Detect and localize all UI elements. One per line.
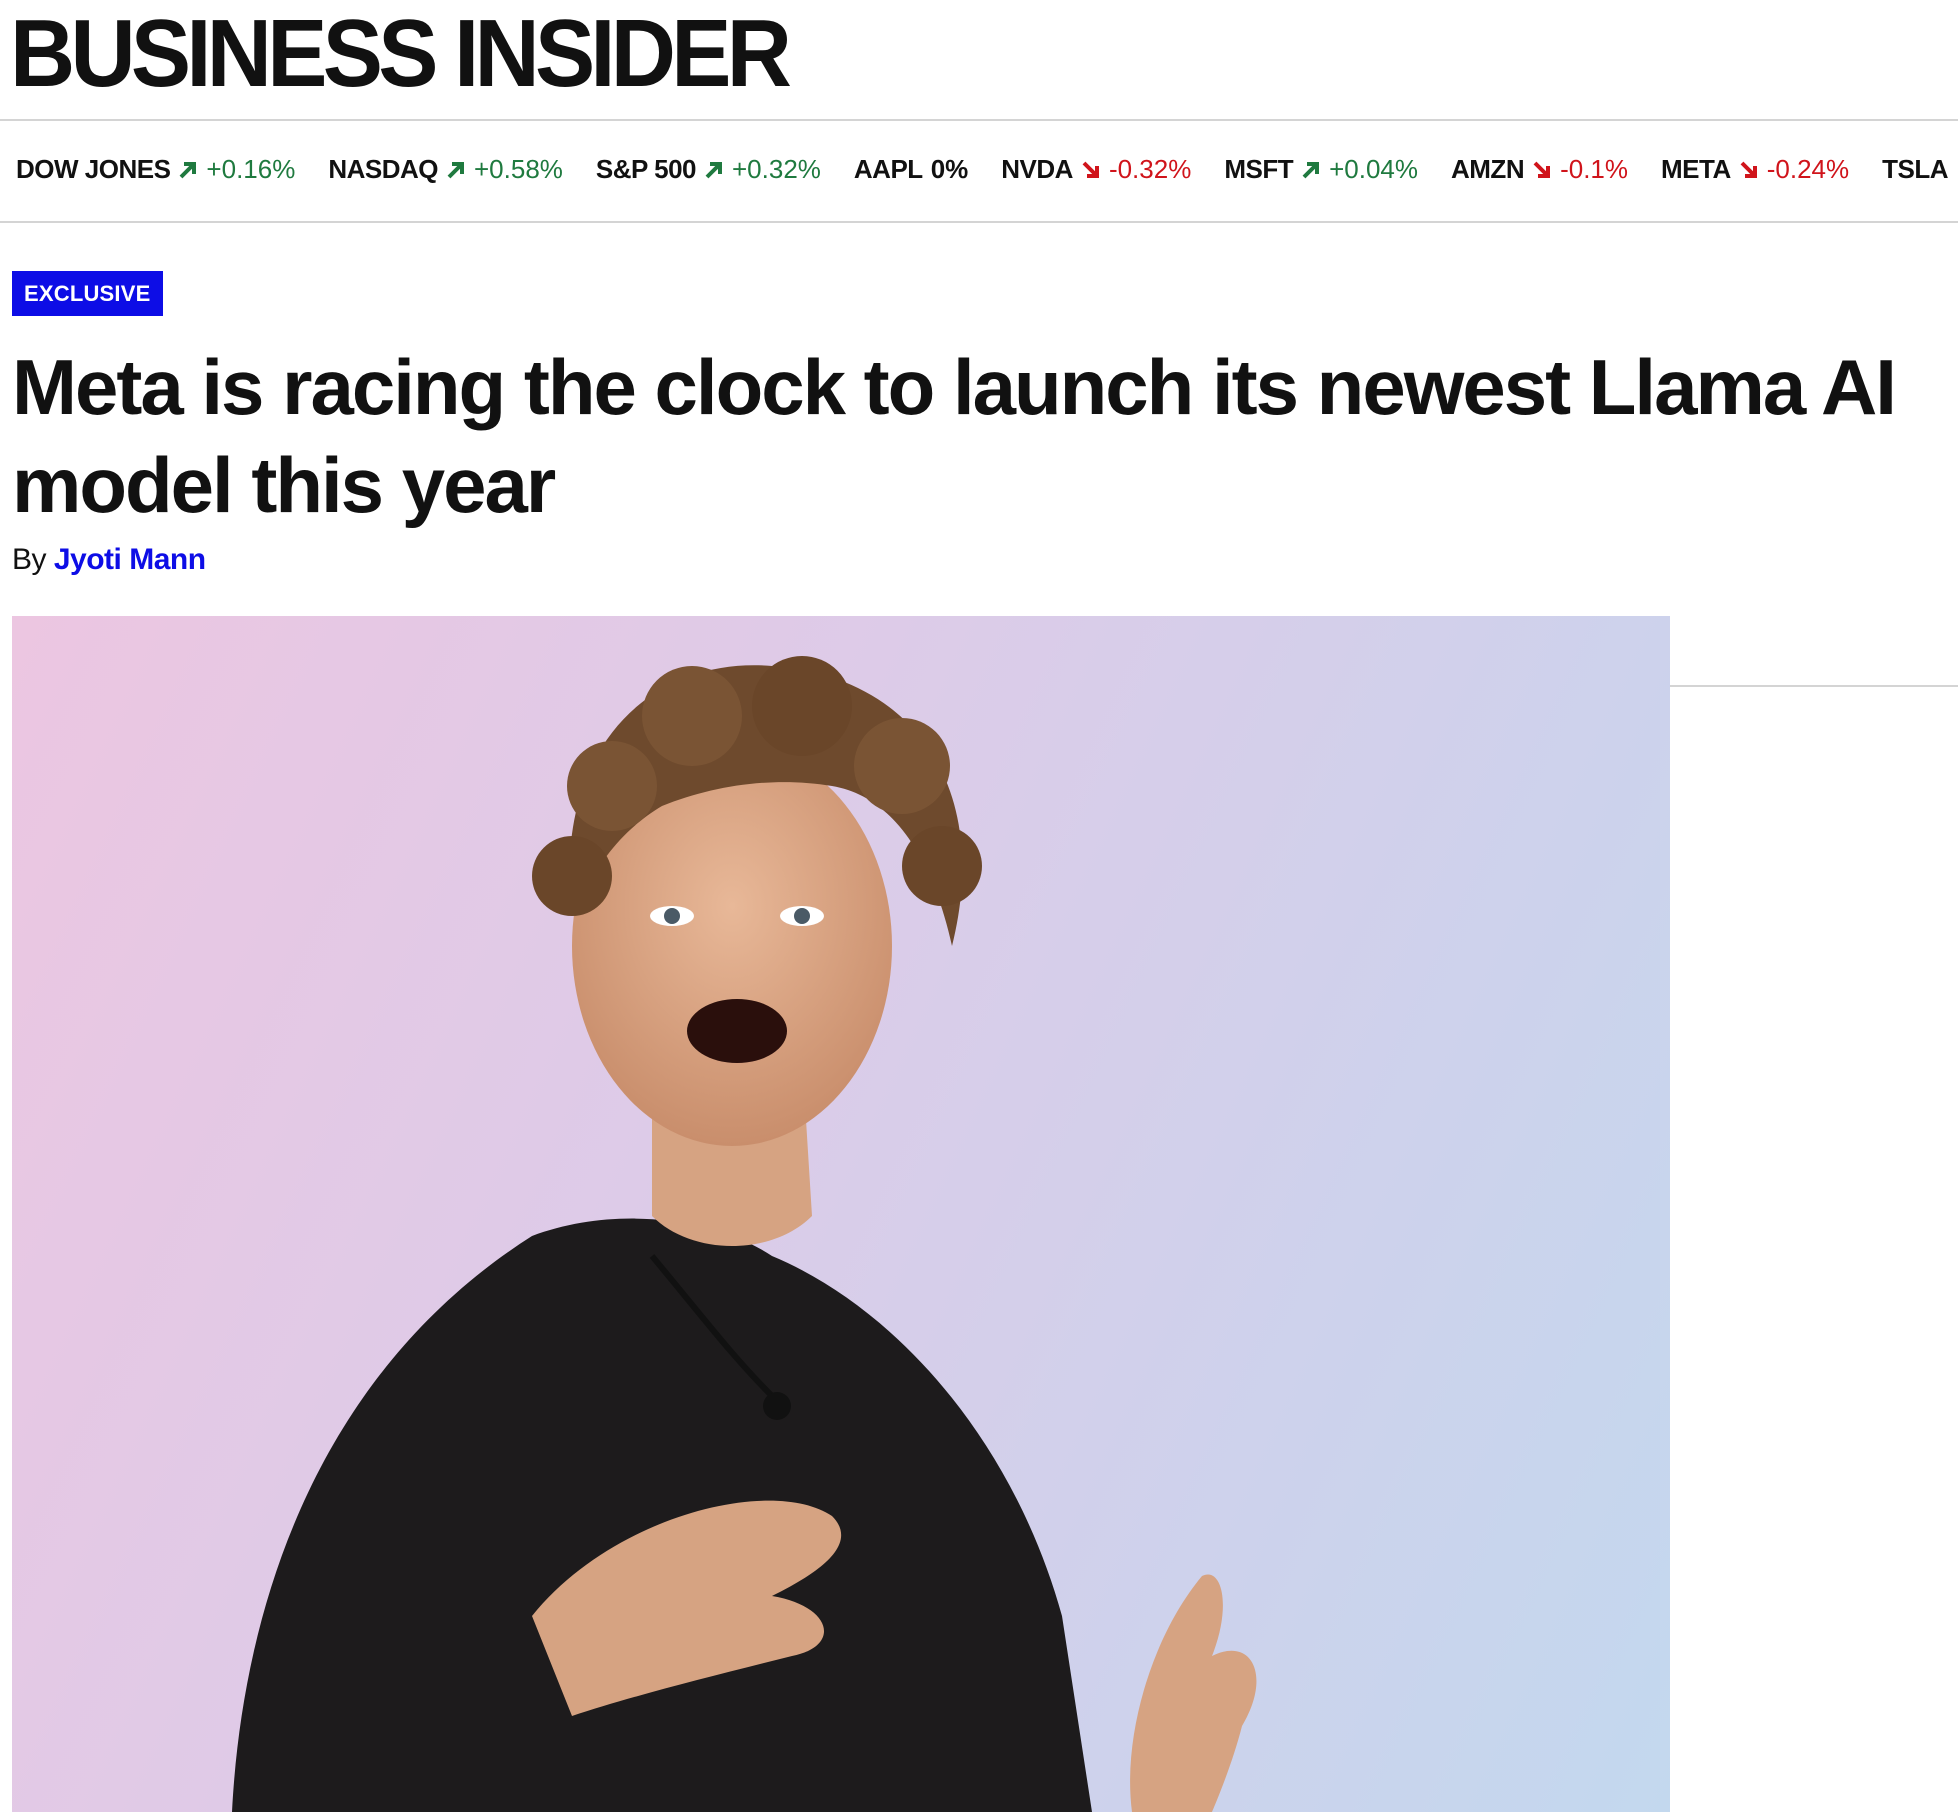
exclusive-badge: EXCLUSIVE xyxy=(12,271,163,316)
ticker-item-meta[interactable]: META -0.24% xyxy=(1661,154,1849,185)
ticker-symbol: NVDA xyxy=(1001,154,1073,184)
ticker-change: +0.58% xyxy=(474,154,563,184)
ticker-change: -0.24% xyxy=(1766,154,1850,184)
ticker-change: 0% xyxy=(930,154,969,184)
ticker-symbol: TSLA xyxy=(1882,154,1949,184)
ticker-item-tsla[interactable]: TSLA xyxy=(1882,154,1948,185)
masthead: BUSINESS INSIDER xyxy=(0,0,1958,121)
arrow-up-right-icon xyxy=(447,161,464,178)
hero-image xyxy=(12,616,1670,1812)
business-insider-logo[interactable]: BUSINESS INSIDER xyxy=(10,4,792,104)
ticker-item-nasdaq[interactable]: NASDAQ +0.58% xyxy=(328,154,563,185)
market-ticker: DOW JONES +0.16% NASDAQ +0.58% S&P 500 +… xyxy=(0,121,1958,223)
speaker-photo xyxy=(232,656,1257,1812)
ticker-change: +0.32% xyxy=(732,154,821,184)
article-headline: Meta is racing the clock to launch its n… xyxy=(12,343,1897,529)
ticker-symbol: S&P 500 xyxy=(595,154,697,184)
ticker-symbol: AMZN xyxy=(1451,154,1525,184)
ticker-symbol: MSFT xyxy=(1224,154,1294,184)
ticker-item-amzn[interactable]: AMZN -0.1% xyxy=(1451,154,1628,185)
arrow-down-right-icon xyxy=(1740,161,1757,178)
ticker-row: DOW JONES +0.16% NASDAQ +0.58% S&P 500 +… xyxy=(16,154,1949,185)
ticker-symbol: META xyxy=(1661,154,1731,184)
ticker-change: +0.16% xyxy=(206,154,296,184)
byline-prefix: By xyxy=(12,543,47,576)
ticker-symbol: AAPL xyxy=(853,154,923,184)
ticker-symbol: DOW JONES xyxy=(16,154,171,184)
ticker-item-dow-jones[interactable]: DOW JONES +0.16% xyxy=(16,154,295,185)
ticker-change: +0.04% xyxy=(1329,154,1418,184)
arrow-up-right-icon xyxy=(705,161,722,178)
byline: By Jyoti Mann xyxy=(12,543,206,577)
author-link[interactable]: Jyoti Mann xyxy=(54,543,206,576)
ticker-change: -0.32% xyxy=(1108,154,1192,184)
ticker-symbol: NASDAQ xyxy=(328,154,438,184)
arrow-down-right-icon xyxy=(1082,161,1099,178)
section-divider xyxy=(1670,685,1958,687)
ticker-change: -0.1% xyxy=(1560,154,1629,184)
ticker-item-msft[interactable]: MSFT +0.04% xyxy=(1224,154,1418,185)
ticker-item-aapl[interactable]: AAPL 0% xyxy=(854,154,968,185)
ticker-item-sp500[interactable]: S&P 500 +0.32% xyxy=(596,154,821,185)
ticker-item-nvda[interactable]: NVDA -0.32% xyxy=(1001,154,1191,185)
arrow-up-right-icon xyxy=(1302,161,1320,178)
arrow-down-right-icon xyxy=(1533,161,1551,178)
arrow-up-right-icon xyxy=(180,161,197,178)
